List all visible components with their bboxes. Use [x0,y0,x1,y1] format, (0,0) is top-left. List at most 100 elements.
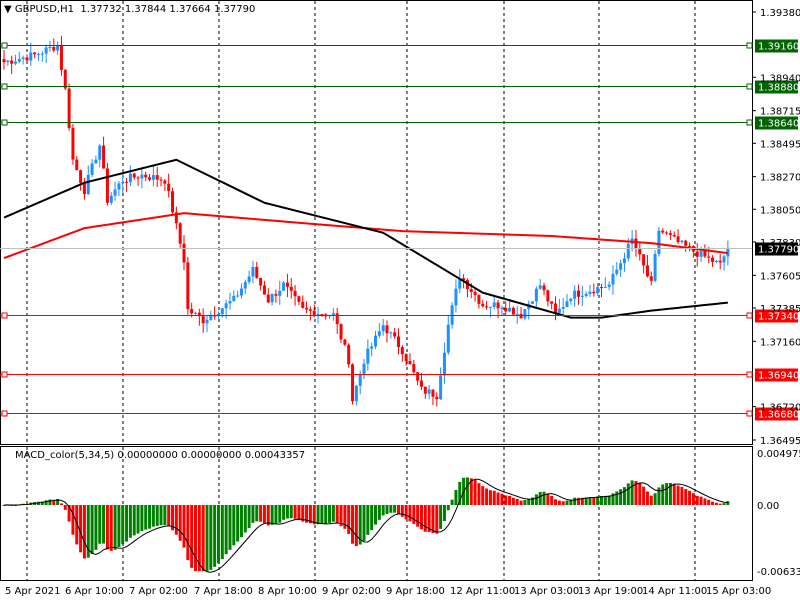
macd-bar [554,499,558,505]
macd-bar [500,493,504,505]
candle-body [25,57,29,61]
candle-body [611,273,615,285]
candle-body [423,386,427,394]
macd-bar [538,492,542,505]
macd-bar [148,505,152,529]
candles [2,35,730,407]
candle-body [59,45,63,70]
macd-bar [194,505,197,572]
candle-body [236,295,240,297]
level-handle-icon [1,119,8,126]
candle-body [607,284,611,288]
macd-bar [630,480,634,505]
macd-bar [71,505,75,535]
candle-body [634,238,638,250]
macd-bar [243,505,247,533]
bid-price-label: 1.37790 [758,245,799,256]
macd-bar [573,497,577,505]
macd-bar [121,505,125,545]
candle-body [335,313,339,325]
close-price: 1.37790 [213,4,256,15]
macd-bar [174,505,178,535]
candle-body [351,364,355,402]
macd-bar [331,505,335,522]
price-tick-label: 1.39380 [760,8,800,19]
time-tick-label: 7 Apr 18:00 [194,586,253,597]
macd-bar [220,505,224,559]
candle-body [477,295,481,304]
macd-bar [144,505,148,530]
macd-bar [262,505,266,524]
slow-moving-average-line [3,212,728,260]
macd-bar [94,505,98,550]
macd-bar [324,505,328,524]
candle-body [171,191,175,213]
candle-body [446,324,450,353]
candle-body [194,312,197,314]
macd-bar [385,505,389,515]
macd-bar [316,505,320,525]
macd-bar [274,505,278,525]
candle-body [389,332,393,334]
macd-bar [707,499,711,505]
price-chart[interactable]: 1.391601.388801.386401.373401.369401.366… [0,0,800,600]
candle-body [209,315,213,320]
macd-bar [718,503,722,505]
macd-bar [247,505,251,528]
candle-body [534,288,538,302]
macd-bar [351,505,355,544]
candle-body [481,303,485,307]
macd-bar [661,484,665,505]
macd-bar [408,505,412,522]
candle-body [117,183,121,190]
macd-bar [297,505,301,521]
level-handle-icon [1,42,8,49]
candle-body [500,307,504,309]
macd-bar [381,505,385,516]
time-tick-label: 13 Apr 03:00 [514,586,579,597]
time-tick-label: 7 Apr 02:00 [129,586,188,597]
macd-bar [251,505,255,523]
macd-bar [695,495,699,505]
candle-body [665,232,669,234]
time-tick-label: 15 Apr 03:00 [706,586,771,597]
candle-body [289,286,293,291]
macd-bar [619,489,623,505]
macd-bar [90,505,94,554]
macd-header: MACD_color(5,34,5) 0.00000000 0.00000000… [15,450,305,461]
candle-body [699,250,703,257]
macd-bar [439,505,443,529]
macd-bar [722,503,726,505]
candle-body [109,195,113,203]
candle-body [496,302,500,309]
candle-body [508,307,512,312]
candle-body [550,301,554,304]
macd-bar [278,505,282,523]
macd-bar [688,490,692,505]
macd-bar [128,505,132,538]
macd-bar [665,483,669,505]
macd-bar [178,505,182,541]
candle-body [52,46,56,51]
price-tick-label: 1.38715 [760,107,800,118]
time-tick-label: 8 Apr 10:00 [258,586,317,597]
macd-bar [653,493,657,505]
level-handle-icon [746,83,753,90]
candle-body [523,309,527,319]
macd-bar [711,501,715,505]
level-price-label: 1.39160 [758,42,799,53]
macd-bar [266,505,270,526]
candle-body [469,289,473,292]
macd-bar [511,497,515,505]
candle-body [427,389,431,394]
macd-bar [182,505,186,548]
chart-header: ▼ GBPUSD,H1 1.37732 1.37844 1.37664 1.37… [4,4,255,15]
macd-bar [270,505,274,525]
candle-body [48,46,52,48]
candle-body [155,175,159,180]
candle-body [577,290,580,297]
dropdown-arrow-icon[interactable]: ▼ [4,4,12,15]
macd-bar [657,487,661,505]
time-tick-label: 6 Apr 10:00 [65,586,124,597]
time-tick-label: 9 Apr 18:00 [386,586,445,597]
